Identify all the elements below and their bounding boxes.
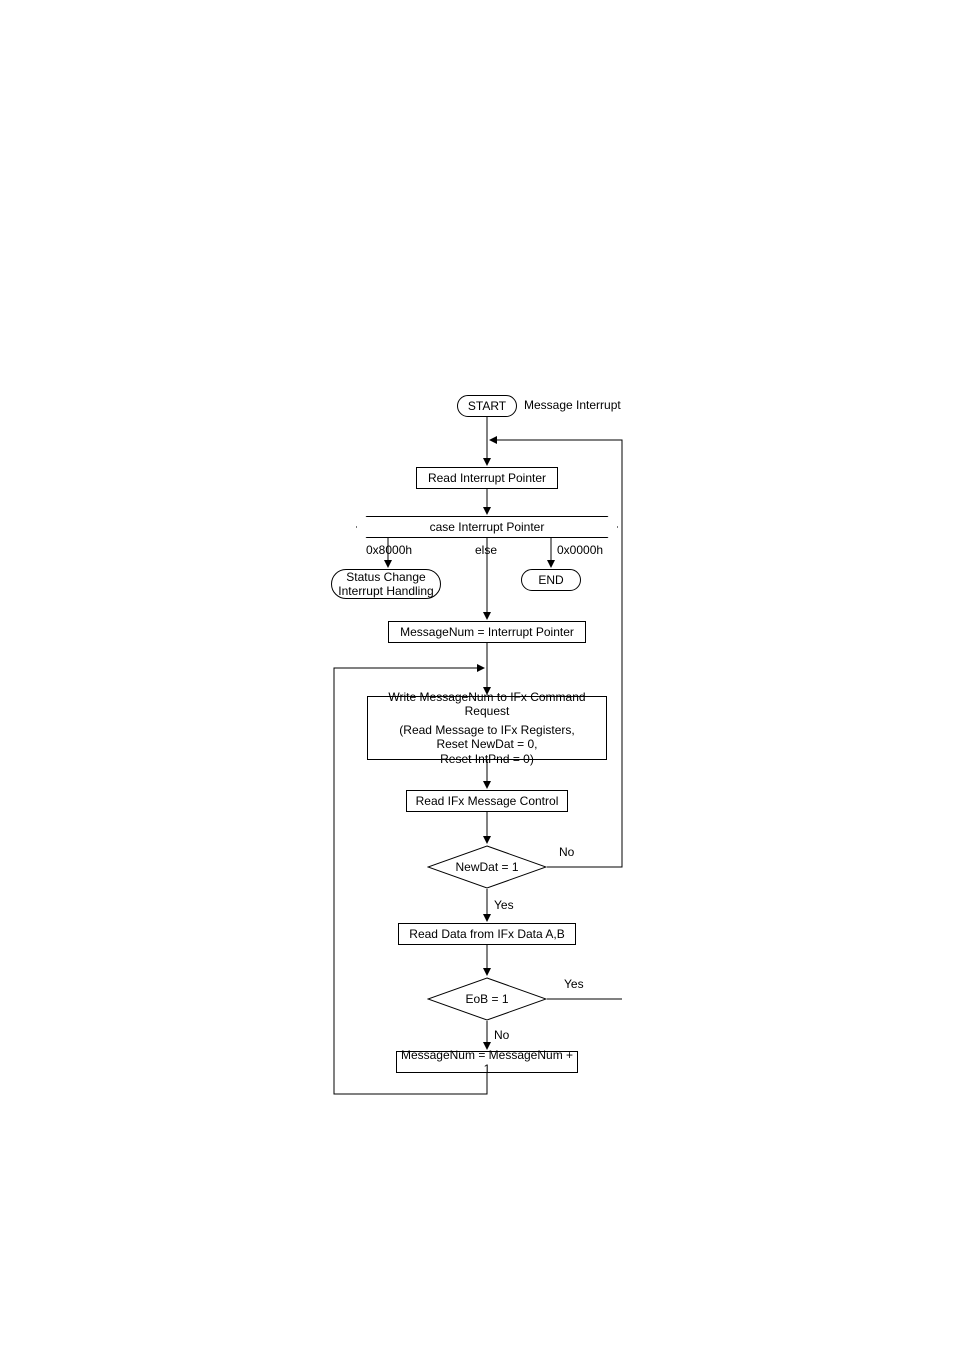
eob-yes-label: Yes (564, 977, 584, 991)
start-label: START (468, 399, 506, 413)
read-interrupt-pointer-box: Read Interrupt Pointer (416, 467, 558, 489)
write-messagenum-line3: Reset NewDat = 0, (436, 737, 537, 751)
write-messagenum-line1: Write MessageNum to IFx Command Request (368, 690, 606, 723)
write-messagenum-line4: Reset IntPnd = 0) (440, 752, 534, 766)
branch-0x8000h-label: 0x8000h (366, 543, 412, 557)
branch-0x0000h-label: 0x0000h (557, 543, 603, 557)
end-label: END (538, 573, 563, 587)
eob-label: EoB = 1 (465, 992, 508, 1006)
messagenum-inc-box: MessageNum = MessageNum + 1 (396, 1051, 578, 1073)
newdat-decision: NewDat = 1 (427, 845, 547, 889)
eob-decision: EoB = 1 (427, 977, 547, 1021)
branch-else-label: else (475, 543, 497, 557)
end-terminator: END (521, 569, 581, 591)
status-change-line2: Interrupt Handling (338, 584, 433, 598)
status-change-terminator: Status Change Interrupt Handling (331, 569, 441, 599)
eob-no-label: No (494, 1028, 509, 1042)
read-message-control-box: Read IFx Message Control (406, 790, 568, 812)
message-interrupt-label: Message Interrupt (524, 398, 621, 412)
messagenum-inc-label: MessageNum = MessageNum + 1 (397, 1048, 577, 1077)
write-messagenum-line2: (Read Message to IFx Registers, (399, 723, 574, 737)
read-data-label: Read Data from IFx Data A,B (409, 927, 564, 941)
case-interrupt-pointer-box: case Interrupt Pointer (356, 516, 618, 538)
newdat-no-label: No (559, 845, 574, 859)
newdat-yes-label: Yes (494, 898, 514, 912)
read-data-box: Read Data from IFx Data A,B (398, 923, 576, 945)
case-interrupt-pointer-label: case Interrupt Pointer (430, 520, 545, 534)
flowchart-page: START Message Interrupt Read Interrupt P… (0, 0, 954, 1350)
messagenum-eq-box: MessageNum = Interrupt Pointer (388, 621, 586, 643)
messagenum-eq-label: MessageNum = Interrupt Pointer (400, 625, 574, 639)
write-messagenum-box: Write MessageNum to IFx Command Request … (367, 696, 607, 760)
newdat-label: NewDat = 1 (455, 860, 518, 874)
read-message-control-label: Read IFx Message Control (416, 794, 559, 808)
connectors-overlay (0, 0, 954, 1350)
start-terminator: START (457, 395, 517, 417)
status-change-line1: Status Change (346, 570, 425, 584)
read-interrupt-pointer-label: Read Interrupt Pointer (428, 471, 546, 485)
